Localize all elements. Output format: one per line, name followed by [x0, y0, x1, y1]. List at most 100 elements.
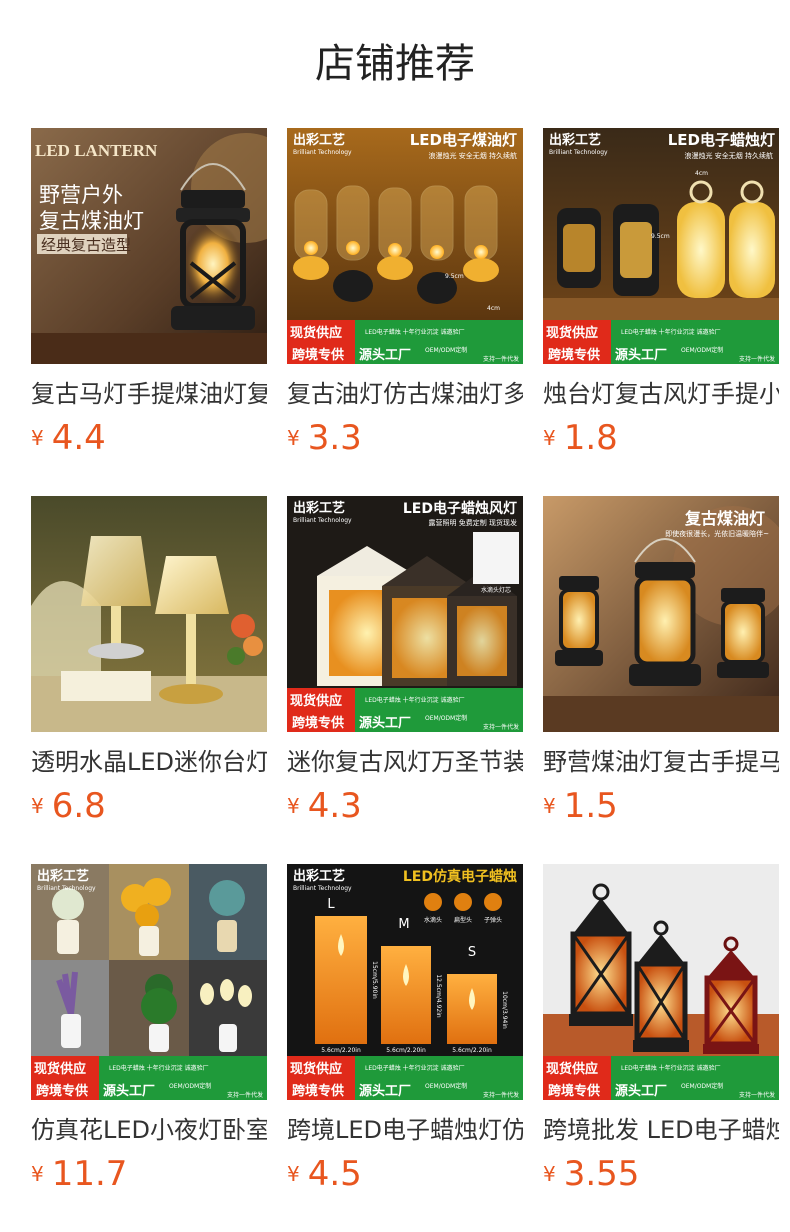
product-image[interactable]: 复古煤油灯 即使夜很漫长，光依旧温暖陪伴~	[543, 496, 779, 732]
image-text: 出彩工艺	[549, 132, 601, 148]
product-name[interactable]: 复古马灯手提煤油灯复古	[31, 376, 267, 412]
image-text: 浪漫烛光 安全无烟 持久续航	[429, 151, 517, 160]
image-text: 9.5cm	[445, 273, 464, 280]
product-card[interactable]: 现货供应 跨境专供 源头工厂 LED电子蜡烛 十年行业沉淀 诚邀验厂 OEM/O…	[543, 864, 779, 1204]
image-text: 10cm/3.94in	[501, 991, 508, 1029]
image-text: 复古煤油灯	[39, 209, 144, 233]
product-price: ¥4.4	[31, 418, 106, 458]
price-value: 3.3	[307, 418, 362, 458]
image-text: 支持一件代发	[227, 1091, 263, 1099]
crystal-lamp-icon	[31, 496, 267, 732]
image-text: 子弹头	[484, 916, 502, 924]
image-text: LED电子蜡烛灯	[668, 131, 775, 149]
price-value: 1.5	[563, 786, 618, 826]
camping-lantern-icon: 复古煤油灯 即使夜很漫长，光依旧温暖陪伴~	[543, 496, 779, 732]
image-text: 跨境专供	[36, 1083, 88, 1099]
product-name[interactable]: 野营煤油灯复古手提马灯	[543, 744, 779, 780]
image-text: 野营户外	[39, 183, 123, 207]
image-text: 支持一件代发	[739, 1091, 775, 1099]
product-card[interactable]: 出彩工艺 Brilliant Technology LED仿真电子蜡烛 L M …	[287, 864, 523, 1204]
image-text: 现货供应	[290, 325, 342, 341]
image-text: 5.6cm/2.20in	[452, 1047, 492, 1054]
image-text: 源头工厂	[359, 1083, 411, 1099]
image-text: 5.6cm/2.20in	[386, 1047, 426, 1054]
currency-symbol: ¥	[31, 1162, 44, 1186]
image-text: 跨境专供	[548, 347, 600, 363]
currency-symbol: ¥	[543, 1162, 556, 1186]
product-name[interactable]: 复古油灯仿古煤油灯多款	[287, 376, 523, 412]
image-text: LED电子蜡烛 十年行业沉淀 诚邀验厂	[109, 1064, 209, 1072]
product-name[interactable]: 透明水晶LED迷你台灯	[31, 744, 267, 780]
product-image[interactable]: 出彩工艺 Brilliant Technology LED仿真电子蜡烛 L M …	[287, 864, 523, 1100]
product-image[interactable]: 出彩工艺 Brilliant Technology LED电子煤油灯 浪漫烛光 …	[287, 128, 523, 364]
product-price: ¥3.3	[287, 418, 362, 458]
product-price: ¥1.8	[543, 418, 618, 458]
price-value: 4.4	[51, 418, 106, 458]
product-price: ¥4.5	[287, 1154, 362, 1194]
price-value: 6.8	[51, 786, 106, 826]
image-text: 支持一件代发	[739, 355, 775, 363]
oil-lamp-icon: 出彩工艺 Brilliant Technology LED电子煤油灯 浪漫烛光 …	[287, 128, 523, 364]
image-text: 源头工厂	[615, 347, 667, 363]
product-card[interactable]: 出彩工艺 Brilliant Technology 现货供应 跨境专供 源头工厂…	[31, 864, 267, 1204]
image-text: Brilliant Technology	[293, 517, 352, 524]
flower-night-light-icon: 出彩工艺 Brilliant Technology 现货供应 跨境专供 源头工厂…	[31, 864, 267, 1100]
product-card[interactable]: 复古煤油灯 即使夜很漫长，光依旧温暖陪伴~ 野营煤油灯复古手提马灯 ¥1.5	[543, 496, 779, 836]
product-name[interactable]: 烛台灯复古风灯手提小马灯	[543, 376, 779, 412]
product-image[interactable]: 出彩工艺 Brilliant Technology 现货供应 跨境专供 源头工厂…	[31, 864, 267, 1100]
image-text: 12.5cm/4.92in	[435, 974, 442, 1018]
image-text: 出彩工艺	[37, 868, 89, 884]
product-price: ¥1.5	[543, 786, 618, 826]
image-text: OEM/ODM定制	[681, 346, 723, 354]
image-text: LED电子蜡烛 十年行业沉淀 诚邀验厂	[365, 328, 465, 336]
product-name[interactable]: 跨境LED电子蜡烛灯仿真	[287, 1112, 523, 1148]
currency-symbol: ¥	[287, 1162, 300, 1186]
image-text: S	[468, 945, 476, 960]
product-name[interactable]: 跨境批发 LED电子蜡烛灯	[543, 1112, 779, 1148]
image-text: 浪漫烛光 安全无烟 持久续航	[685, 151, 773, 160]
candle-lantern-icon: 出彩工艺 Brilliant Technology LED电子蜡烛灯 浪漫烛光 …	[543, 128, 779, 364]
image-text: Brilliant Technology	[37, 885, 96, 892]
moroccan-lantern-icon: 现货供应 跨境专供 源头工厂 LED电子蜡烛 十年行业沉淀 诚邀验厂 OEM/O…	[543, 864, 779, 1100]
image-text: 出彩工艺	[293, 868, 345, 884]
product-card[interactable]: 出彩工艺 Brilliant Technology LED电子煤油灯 浪漫烛光 …	[287, 128, 523, 468]
price-value: 4.3	[307, 786, 362, 826]
image-text: 现货供应	[34, 1061, 86, 1077]
product-image[interactable]	[31, 496, 267, 732]
lantern-icon: LED LANTERN 野营户外 复古煤油灯 经典复古造型	[31, 128, 267, 364]
image-text: L	[327, 897, 335, 912]
image-text: LED电子蜡烛 十年行业沉淀 诚邀验厂	[621, 1064, 721, 1072]
price-value: 4.5	[307, 1154, 362, 1194]
currency-symbol: ¥	[543, 794, 556, 818]
image-text: Brilliant Technology	[549, 149, 608, 156]
product-card[interactable]: 出彩工艺 Brilliant Technology LED电子蜡烛风灯 露营照明…	[287, 496, 523, 836]
product-image[interactable]: 出彩工艺 Brilliant Technology LED电子蜡烛灯 浪漫烛光 …	[543, 128, 779, 364]
image-text: 4cm	[695, 170, 708, 177]
image-text: 即使夜很漫长，光依旧温暖陪伴~	[665, 529, 769, 538]
product-image[interactable]: 现货供应 跨境专供 源头工厂 LED电子蜡烛 十年行业沉淀 诚邀验厂 OEM/O…	[543, 864, 779, 1100]
product-image[interactable]: LED LANTERN 野营户外 复古煤油灯 经典复古造型	[31, 128, 267, 364]
product-name[interactable]: 迷你复古风灯万圣节装饰	[287, 744, 523, 780]
image-text: 4cm	[487, 305, 500, 312]
image-text: LED电子蜡烛 十年行业沉淀 诚邀验厂	[365, 696, 465, 704]
product-card[interactable]: 出彩工艺 Brilliant Technology LED电子蜡烛灯 浪漫烛光 …	[543, 128, 779, 468]
image-text: 出彩工艺	[293, 132, 345, 148]
image-text: Brilliant Technology	[293, 149, 352, 156]
image-text: Brilliant Technology	[293, 885, 352, 892]
image-text: 15cm/5.90in	[371, 961, 378, 999]
image-text: 源头工厂	[359, 715, 411, 731]
image-text: LED电子蜡烛 十年行业沉淀 诚邀验厂	[621, 328, 721, 336]
price-value: 1.8	[563, 418, 618, 458]
image-text: 扁型头	[454, 916, 472, 924]
image-text: 现货供应	[290, 693, 342, 709]
image-text: 支持一件代发	[483, 355, 519, 363]
product-name[interactable]: 仿真花LED小夜灯卧室装饰	[31, 1112, 267, 1148]
product-image[interactable]: 出彩工艺 Brilliant Technology LED电子蜡烛风灯 露营照明…	[287, 496, 523, 732]
product-card[interactable]: LED LANTERN 野营户外 复古煤油灯 经典复古造型 复古马灯手提煤油灯复…	[31, 128, 267, 468]
image-text: OEM/ODM定制	[425, 1082, 467, 1090]
image-text: OEM/ODM定制	[425, 714, 467, 722]
product-card[interactable]: 透明水晶LED迷你台灯 ¥6.8	[31, 496, 267, 836]
image-text: LED仿真电子蜡烛	[403, 868, 517, 885]
product-price: ¥4.3	[287, 786, 362, 826]
product-price: ¥3.55	[543, 1154, 639, 1194]
